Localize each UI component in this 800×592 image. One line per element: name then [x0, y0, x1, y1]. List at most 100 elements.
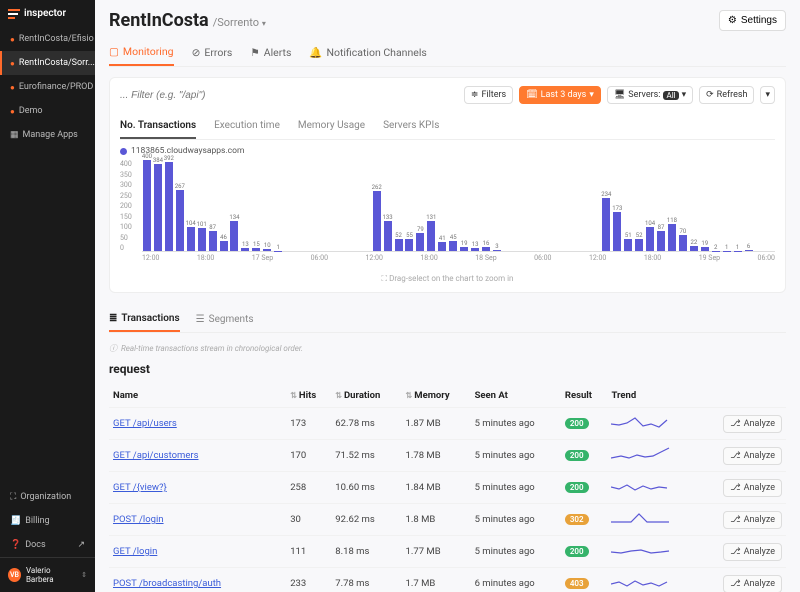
txn-link[interactable]: GET /api/users: [113, 418, 177, 429]
chart-bar[interactable]: [590, 160, 600, 251]
chart-bar[interactable]: 131: [426, 160, 436, 251]
chart-bar[interactable]: 118: [667, 160, 677, 251]
chart-bar[interactable]: 133: [383, 160, 393, 251]
sidebar-bottom-billing[interactable]: 🧾Billing: [0, 509, 95, 533]
tab-notification-channels[interactable]: 🔔Notification Channels: [309, 39, 426, 66]
chart-bar[interactable]: 19: [459, 160, 469, 251]
section-tab-transactions[interactable]: ≣Transactions: [109, 307, 180, 332]
sidebar-app-3[interactable]: ●Demo: [0, 99, 95, 123]
chart-bar[interactable]: 1: [722, 160, 732, 251]
sidebar-bottom-docs[interactable]: ❓Docs↗: [0, 533, 95, 557]
chart-bar[interactable]: [350, 160, 360, 251]
sidebar-bottom-organization[interactable]: ⛶Organization: [0, 485, 95, 509]
chart-bar[interactable]: 384: [153, 160, 163, 251]
transactions-chart[interactable]: 050100150200250300350400 400384392267104…: [120, 160, 775, 270]
chart-bar[interactable]: [514, 160, 524, 251]
tab-errors[interactable]: ⊘Errors: [192, 39, 233, 66]
chart-bar[interactable]: [295, 160, 305, 251]
chart-bar[interactable]: 70: [678, 160, 688, 251]
subtab-no-transactions[interactable]: No. Transactions: [120, 114, 196, 139]
chart-bar[interactable]: 3: [492, 160, 502, 251]
analyze-button[interactable]: ⎇Analyze: [723, 511, 782, 529]
chart-bar[interactable]: 41: [437, 160, 447, 251]
chart-bar[interactable]: 134: [230, 160, 240, 251]
chart-bar[interactable]: 22: [689, 160, 699, 251]
chart-bar[interactable]: 1: [733, 160, 743, 251]
filter-input[interactable]: [120, 90, 458, 101]
analyze-button[interactable]: ⎇Analyze: [723, 543, 782, 561]
settings-button[interactable]: ⚙ Settings: [719, 10, 786, 31]
chart-bar[interactable]: [284, 160, 294, 251]
chart-bar[interactable]: [569, 160, 579, 251]
chart-bar[interactable]: 1: [273, 160, 283, 251]
analyze-button[interactable]: ⎇Analyze: [723, 479, 782, 497]
txn-link[interactable]: POST /login: [113, 514, 164, 525]
chart-bar[interactable]: [328, 160, 338, 251]
sidebar-app-0[interactable]: ●RentInCosta/Efisio: [0, 27, 95, 51]
chart-bar[interactable]: 87: [656, 160, 666, 251]
col-duration[interactable]: ⇅Duration: [331, 384, 401, 408]
filters-button[interactable]: ≑Filters: [464, 86, 513, 104]
tab-monitoring[interactable]: ▢Monitoring: [109, 39, 174, 66]
sidebar-app-1[interactable]: ●RentInCosta/Sorr...: [0, 51, 95, 75]
chart-bar[interactable]: [361, 160, 371, 251]
servers-filter[interactable]: 🖥Servers:All▾: [607, 86, 693, 104]
chart-bar[interactable]: 13: [470, 160, 480, 251]
chart-bar[interactable]: 392: [164, 160, 174, 251]
chart-bar[interactable]: 2: [711, 160, 721, 251]
analyze-button[interactable]: ⎇Analyze: [723, 447, 782, 465]
col-hits[interactable]: ⇅Hits: [286, 384, 331, 408]
chart-bar[interactable]: [558, 160, 568, 251]
chart-bar[interactable]: 87: [208, 160, 218, 251]
chart-bar[interactable]: 16: [481, 160, 491, 251]
chart-bar[interactable]: 46: [219, 160, 229, 251]
subtab-servers-kpis[interactable]: Servers KPIs: [383, 114, 439, 139]
tab-alerts[interactable]: ⚑Alerts: [250, 39, 291, 66]
chart-bar[interactable]: [503, 160, 513, 251]
chart-bar[interactable]: 10: [262, 160, 272, 251]
chart-bar[interactable]: [525, 160, 535, 251]
col-memory[interactable]: ⇅Memory: [402, 384, 471, 408]
chart-bar[interactable]: [547, 160, 557, 251]
chart-bar[interactable]: 19: [700, 160, 710, 251]
txn-link[interactable]: GET /api/customers: [113, 450, 199, 461]
txn-link[interactable]: GET /login: [113, 546, 157, 557]
chart-bar[interactable]: 55: [405, 160, 415, 251]
chart-bar[interactable]: 262: [372, 160, 382, 251]
chart-bar[interactable]: 51: [623, 160, 633, 251]
chart-bar[interactable]: [580, 160, 590, 251]
chart-bar[interactable]: 104: [645, 160, 655, 251]
chart-bar[interactable]: 52: [394, 160, 404, 251]
chart-bar[interactable]: [339, 160, 349, 251]
chart-bar[interactable]: [317, 160, 327, 251]
chart-bar[interactable]: [765, 160, 775, 251]
section-tab-segments[interactable]: ☰Segments: [196, 307, 254, 332]
chart-bar[interactable]: 79: [415, 160, 425, 251]
chart-bar[interactable]: 104: [186, 160, 196, 251]
sidebar-app-2[interactable]: ●Eurofinance/PROD: [0, 75, 95, 99]
chart-bar[interactable]: 6: [744, 160, 754, 251]
chart-bar[interactable]: [755, 160, 765, 251]
sidebar-manage-apps[interactable]: ▦ Manage Apps: [0, 123, 95, 147]
subtab-memory-usage[interactable]: Memory Usage: [298, 114, 365, 139]
chart-bar[interactable]: 13: [240, 160, 250, 251]
date-range-button[interactable]: 🗓Last 3 days▾: [519, 86, 601, 104]
title-subtitle[interactable]: /Sorrento ▾: [213, 16, 266, 29]
chart-bar[interactable]: 45: [448, 160, 458, 251]
refresh-button[interactable]: ⟳Refresh: [699, 86, 754, 104]
txn-link[interactable]: GET /{view?}: [113, 482, 167, 493]
subtab-execution-time[interactable]: Execution time: [214, 114, 280, 139]
analyze-button[interactable]: ⎇Analyze: [723, 575, 782, 592]
user-row[interactable]: VB Valerio Barbera ⇕: [0, 557, 95, 592]
chart-bar[interactable]: 101: [197, 160, 207, 251]
chart-bar[interactable]: [536, 160, 546, 251]
chart-bar[interactable]: 234: [601, 160, 611, 251]
chart-bar[interactable]: 173: [612, 160, 622, 251]
chart-bar[interactable]: 52: [634, 160, 644, 251]
chart-bar[interactable]: 400: [142, 160, 152, 251]
refresh-dropdown[interactable]: ▾: [760, 86, 775, 104]
txn-link[interactable]: POST /broadcasting/auth: [113, 578, 221, 589]
chart-bar[interactable]: 267: [175, 160, 185, 251]
chart-bar[interactable]: [306, 160, 316, 251]
chart-bar[interactable]: 15: [251, 160, 261, 251]
